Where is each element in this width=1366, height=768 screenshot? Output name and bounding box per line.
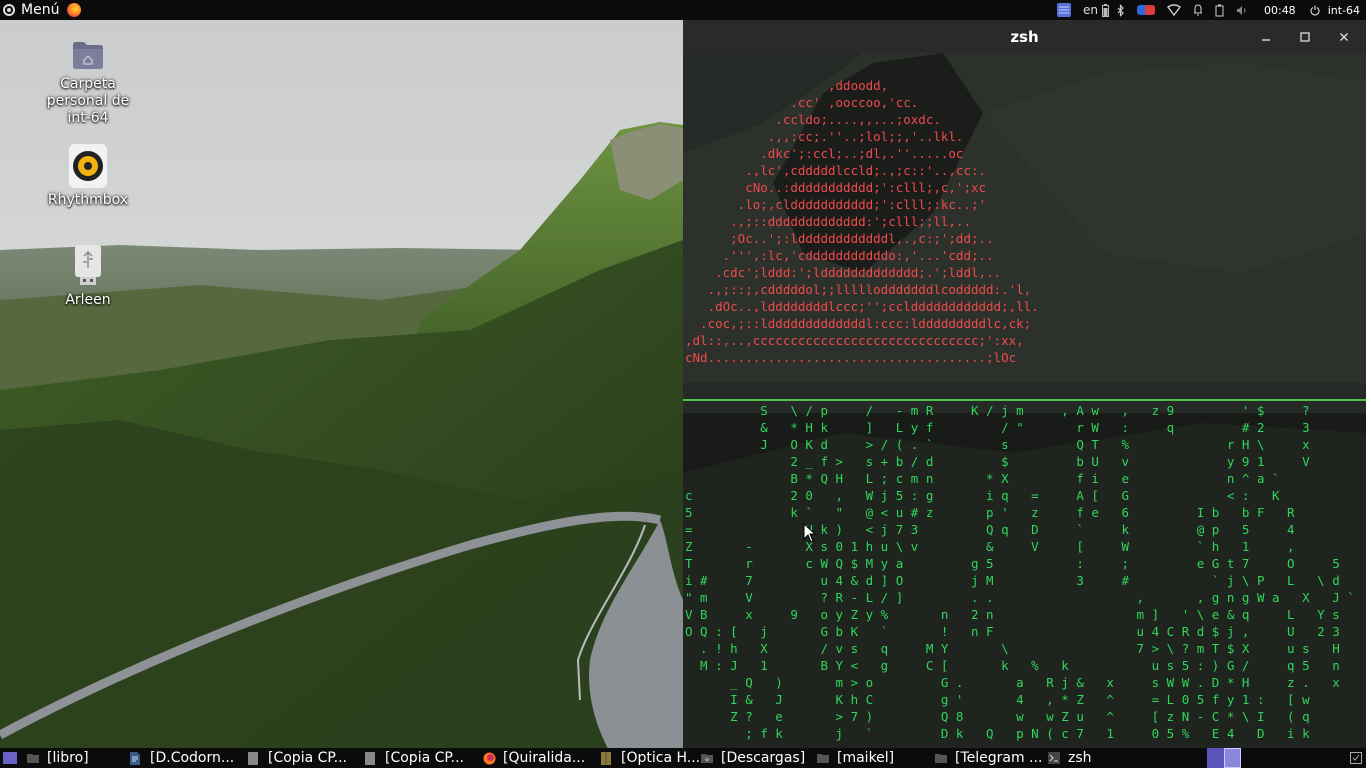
text-file-icon [248, 751, 260, 765]
battery-icon[interactable] [1101, 0, 1109, 20]
power-battery-icon[interactable] [1215, 0, 1224, 20]
text-file-icon [365, 751, 377, 765]
document-icon [130, 751, 142, 765]
top-panel: Menú en 00:48 int-64 [0, 0, 1366, 20]
show-desktop-icon[interactable] [3, 752, 17, 764]
network-wifi-icon[interactable] [1166, 0, 1181, 20]
rhythmbox-icon [69, 144, 107, 188]
menu-logo-icon [3, 4, 15, 16]
minimize-button[interactable] [1255, 26, 1277, 48]
taskbar-item-label: [Telegram ... [955, 750, 1043, 766]
folder-icon [817, 752, 829, 765]
taskbar-item-label: [maikel] [837, 750, 895, 766]
terminal-titlebar[interactable]: zsh [683, 20, 1366, 53]
taskbar-item[interactable]: zsh [1048, 748, 1098, 768]
usb-drive-icon [72, 244, 104, 285]
keyboard-layout-indicator[interactable]: en [1083, 0, 1098, 20]
matrix-rain-output: S \ / p / - m R K / j m , A w , z 9 ' $ … [685, 403, 1355, 741]
taskbar-item-label: [Descargas] [721, 750, 806, 766]
desktop-icon-label: Rhythmbox [47, 192, 129, 208]
update-notification-icon[interactable] [1136, 0, 1155, 20]
terminal-title: zsh [1010, 27, 1039, 46]
terminal-content[interactable]: ,ddoodd, .cc' ,ooccoo,'cc. .ccldo;....,,… [683, 53, 1366, 748]
notifications-bell-icon[interactable] [1193, 0, 1203, 20]
taskbar-item-label: [libro] [47, 750, 89, 766]
volume-icon[interactable] [1236, 0, 1248, 20]
home-folder-icon [72, 40, 104, 72]
desktop-icon-label: Carpeta personal de int-64 [46, 76, 130, 126]
desktop-icon-arleen-drive[interactable]: Arleen [40, 244, 136, 309]
workspace-grid-icon[interactable] [1056, 0, 1071, 20]
taskbar-item[interactable]: [Descargas] [701, 748, 817, 768]
clock[interactable]: 00:48 [1264, 0, 1296, 20]
taskbar-item[interactable]: [Copia CP... [365, 748, 483, 768]
taskbar-item-label: [Copia CP... [268, 750, 347, 766]
workspace-1[interactable] [1207, 748, 1224, 768]
taskbar-item-label: [Quiralida... [503, 750, 586, 766]
maximize-button[interactable] [1294, 26, 1316, 48]
firefox-launcher-icon[interactable] [67, 3, 82, 17]
workspace-switcher[interactable] [1207, 748, 1241, 768]
username-label[interactable]: int-64 [1328, 0, 1360, 20]
mouse-pointer-icon [803, 523, 817, 543]
taskbar-item[interactable]: [Optica H... [601, 748, 701, 768]
downloads-folder-icon [701, 752, 713, 765]
taskbar-item-label: zsh [1068, 750, 1092, 766]
workspace-2[interactable] [1224, 748, 1241, 768]
desktop-icon-home-folder[interactable]: Carpeta personal de int-64 [40, 40, 136, 127]
menu-label: Menú [21, 2, 60, 18]
pane-separator [683, 399, 1366, 401]
distro-ascii-logo: ,ddoodd, .cc' ,ooccoo,'cc. .ccldo;....,,… [685, 78, 1039, 365]
terminal-icon [1048, 751, 1060, 765]
folder-icon [27, 752, 39, 765]
taskbar-item-label: [Optica H... [621, 750, 701, 766]
archive-icon [601, 751, 613, 765]
taskbar-item[interactable]: [Copia CP... [248, 748, 365, 768]
desktop-icon-label: Arleen [65, 292, 111, 308]
system-tray: en 00:48 int-64 [1045, 0, 1366, 20]
taskbar-item[interactable]: [maikel] [817, 748, 935, 768]
main-menu-button[interactable]: Menú [0, 0, 82, 20]
bluetooth-icon[interactable] [1117, 0, 1125, 20]
terminal-window[interactable]: zsh ,ddoodd, .cc' ,ooccoo,'cc. .ccldo;..… [683, 20, 1366, 748]
bottom-panel: [libro] [D.Codorn... [Copia CP... [Copia CP… [0, 748, 1366, 768]
taskbar-item[interactable]: [Quiralida... [483, 748, 601, 768]
taskbar-item-label: [D.Codorn... [150, 750, 235, 766]
user-session-power-icon[interactable] [1310, 0, 1320, 20]
task-list: [libro] [D.Codorn... [Copia CP... [Copia CP… [27, 748, 1098, 768]
firefox-icon [483, 752, 496, 765]
desktop-icon-rhythmbox[interactable]: Rhythmbox [40, 144, 136, 209]
taskbar-item[interactable]: [D.Codorn... [130, 748, 248, 768]
taskbar-item-label: [Copia CP... [385, 750, 464, 766]
close-button[interactable] [1333, 26, 1355, 48]
taskbar-item[interactable]: [Telegram ... [935, 748, 1048, 768]
notification-area-icon[interactable] [1350, 752, 1362, 768]
taskbar-item[interactable]: [libro] [27, 748, 130, 768]
folder-icon [935, 752, 947, 765]
desktop: Menú en 00:48 int-64 Carpeta personal de… [0, 0, 1366, 768]
